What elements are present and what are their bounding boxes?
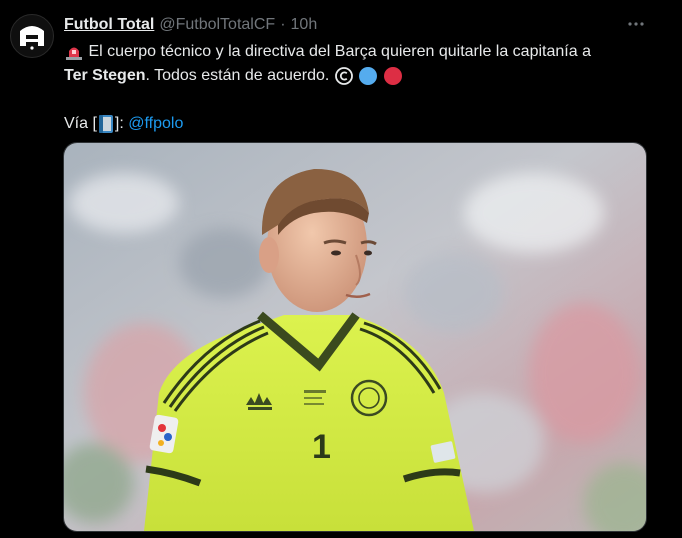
copyright-icon <box>334 66 353 85</box>
player-photo: 1 <box>64 143 646 531</box>
timestamp[interactable]: 10h <box>291 16 318 34</box>
blue-book-icon <box>98 114 113 133</box>
tweet-bold-name: Ter Stegen <box>64 67 146 84</box>
via-label: Vía [ <box>64 115 97 132</box>
tweet-text-part1: El cuerpo técnico y la directiva del Bar… <box>88 43 591 60</box>
more-options-button[interactable] <box>626 14 646 34</box>
futbol-total-logo-icon <box>20 26 44 50</box>
via-close: ]: <box>114 115 129 132</box>
more-options-icon <box>628 22 644 26</box>
avatar[interactable] <box>10 14 54 58</box>
red-circle-icon <box>383 66 402 85</box>
author-name[interactable]: Futbol Total <box>64 16 154 34</box>
mention-link[interactable]: @ffpolo <box>128 115 183 132</box>
author-handle[interactable]: @FutbolTotalCF <box>159 16 275 34</box>
jersey-number: 1 <box>312 428 331 466</box>
blue-circle-icon <box>359 66 378 85</box>
separator: · <box>280 16 286 33</box>
tweet-photo[interactable]: 1 <box>63 142 647 532</box>
police-light-icon <box>66 47 82 60</box>
tweet-text: El cuerpo técnico y la directiva del Bar… <box>64 40 664 136</box>
tweet-text-part2: . Todos están de acuerdo. <box>145 67 330 84</box>
tweet-header: Futbol Total @FutbolTotalCF · 10h <box>64 14 317 36</box>
tweet[interactable]: Futbol Total @FutbolTotalCF · 10h El cue… <box>0 0 682 538</box>
